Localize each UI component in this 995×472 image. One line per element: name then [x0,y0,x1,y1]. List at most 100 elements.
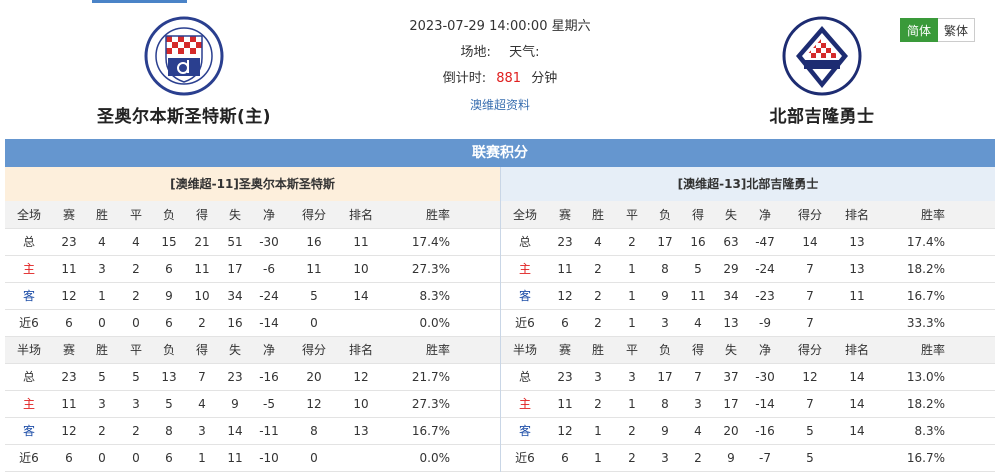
away-standings-table: 全场赛胜平负得失净得分 排名 胜率总 23 4 2 17 16 63 -47 14 13 17.4% 主 1… [501,201,995,472]
table-cell: 34 [715,282,747,310]
table-header-row: 半场赛胜平负得失净得分 排名 胜率 [5,336,500,364]
table-cell: 17.4% [381,228,500,256]
column-header: 得分 [783,201,837,229]
row-label: 客 [5,417,53,445]
column-header: 平 [119,336,153,364]
table-cell: 11 [287,255,341,283]
column-header: 排名 [341,336,381,364]
column-header: 平 [615,201,649,229]
table-cell [341,309,381,337]
column-header: 负 [649,336,681,364]
table-row: 主 11 3 3 5 4 9 -5 12 10 27.3% [5,390,500,418]
table-cell: 2 [119,282,153,310]
table-cell: 3 [85,390,119,418]
column-header: 胜率 [877,201,995,229]
table-cell: 23 [53,363,85,391]
row-label: 主 [501,390,549,418]
table-cell: 17 [715,390,747,418]
table-cell: 12 [287,390,341,418]
st-albans-saints-logo [144,16,224,96]
table-cell: 3 [649,309,681,337]
table-row: 总 23 5 5 13 7 23 -16 20 12 21.7% [5,363,500,391]
table-cell: 11 [53,390,85,418]
table-cell: 23 [219,363,251,391]
table-cell: 33.3% [877,309,995,337]
table-cell: -9 [747,309,783,337]
row-label: 主 [5,255,53,283]
column-header: 净 [747,201,783,229]
lang-simplified-button[interactable]: 简体 [900,18,939,42]
table-cell: 11 [549,390,581,418]
table-cell: -24 [251,282,287,310]
table-cell: 6 [549,309,581,337]
table-cell: 6 [153,255,185,283]
table-row: 主 11 2 1 8 3 17 -14 7 14 18.2% [501,390,995,418]
row-label: 近6 [501,444,549,472]
table-cell: 7 [783,390,837,418]
table-row: 客 12 1 2 9 10 34 -24 5 14 8.3% [5,282,500,310]
table-cell: 7 [783,282,837,310]
table-cell: 13 [837,255,877,283]
table-cell: 7 [681,363,715,391]
table-cell: -10 [251,444,287,472]
table-cell: 11 [681,282,715,310]
table-cell: 8 [287,417,341,445]
table-cell: 8.3% [381,282,500,310]
league-info-link[interactable]: 澳维超资料 [470,98,530,112]
table-cell: 23 [53,228,85,256]
table-cell: 1 [581,444,615,472]
match-info: 2023-07-29 14:00:00 星期六 场地: 天气: 倒计时: 881… [380,0,620,118]
table-cell: 2 [615,444,649,472]
table-cell: -5 [251,390,287,418]
home-team[interactable]: 圣奥尔本斯圣特斯(主) [64,0,304,127]
table-header-row: 全场赛胜平负得失净得分 排名 胜率 [501,201,995,229]
table-cell: 3 [185,417,219,445]
table-cell: 17 [649,228,681,256]
table-cell: 12 [783,363,837,391]
column-header: 赛 [53,201,85,229]
table-cell: 12 [53,282,85,310]
row-label: 主 [501,255,549,283]
table-cell: 12 [549,282,581,310]
column-header: 胜率 [381,201,500,229]
lang-traditional-button[interactable]: 繁体 [938,18,976,42]
table-cell: 51 [219,228,251,256]
row-label: 近6 [5,309,53,337]
table-cell: 9 [153,282,185,310]
table-cell: 8 [649,255,681,283]
column-header: 得分 [287,336,341,364]
table-cell: 1 [185,444,219,472]
away-team-name: 北部吉隆勇士 [769,107,875,127]
table-cell: 17 [649,363,681,391]
away-standings: [澳维超-13]北部吉隆勇士 全场赛胜平负得失净得分 排名 胜率总 23 4 2 17 16 6… [500,167,995,472]
table-cell: 16 [219,309,251,337]
row-label: 客 [5,282,53,310]
table-cell: 9 [649,282,681,310]
column-header: 半场 [501,336,549,364]
table-cell: 4 [85,228,119,256]
table-cell: 17.4% [877,228,995,256]
table-cell: 18.2% [877,390,995,418]
column-header: 赛 [549,201,581,229]
table-cell: -23 [747,282,783,310]
table-cell: 0.0% [381,309,500,337]
table-cell: 11 [185,255,219,283]
table-cell: 16.7% [877,282,995,310]
table-cell: 63 [715,228,747,256]
table-cell: 27.3% [381,255,500,283]
table-cell: 15 [153,228,185,256]
table-cell: 14 [219,417,251,445]
table-cell: 2 [615,417,649,445]
column-header: 负 [153,201,185,229]
table-cell: -16 [747,417,783,445]
table-cell: 14 [341,282,381,310]
countdown: 倒计时: 881 分钟 [380,66,620,92]
table-row: 客 12 2 2 8 3 14 -11 8 13 16.7% [5,417,500,445]
countdown-label: 倒计时: [442,71,487,86]
column-header: 失 [715,201,747,229]
table-cell: 6 [153,444,185,472]
table-cell: 2 [581,390,615,418]
table-cell: 18.2% [877,255,995,283]
table-cell: 3 [615,363,649,391]
table-row: 总 23 3 3 17 7 37 -30 12 14 13.0% [501,363,995,391]
